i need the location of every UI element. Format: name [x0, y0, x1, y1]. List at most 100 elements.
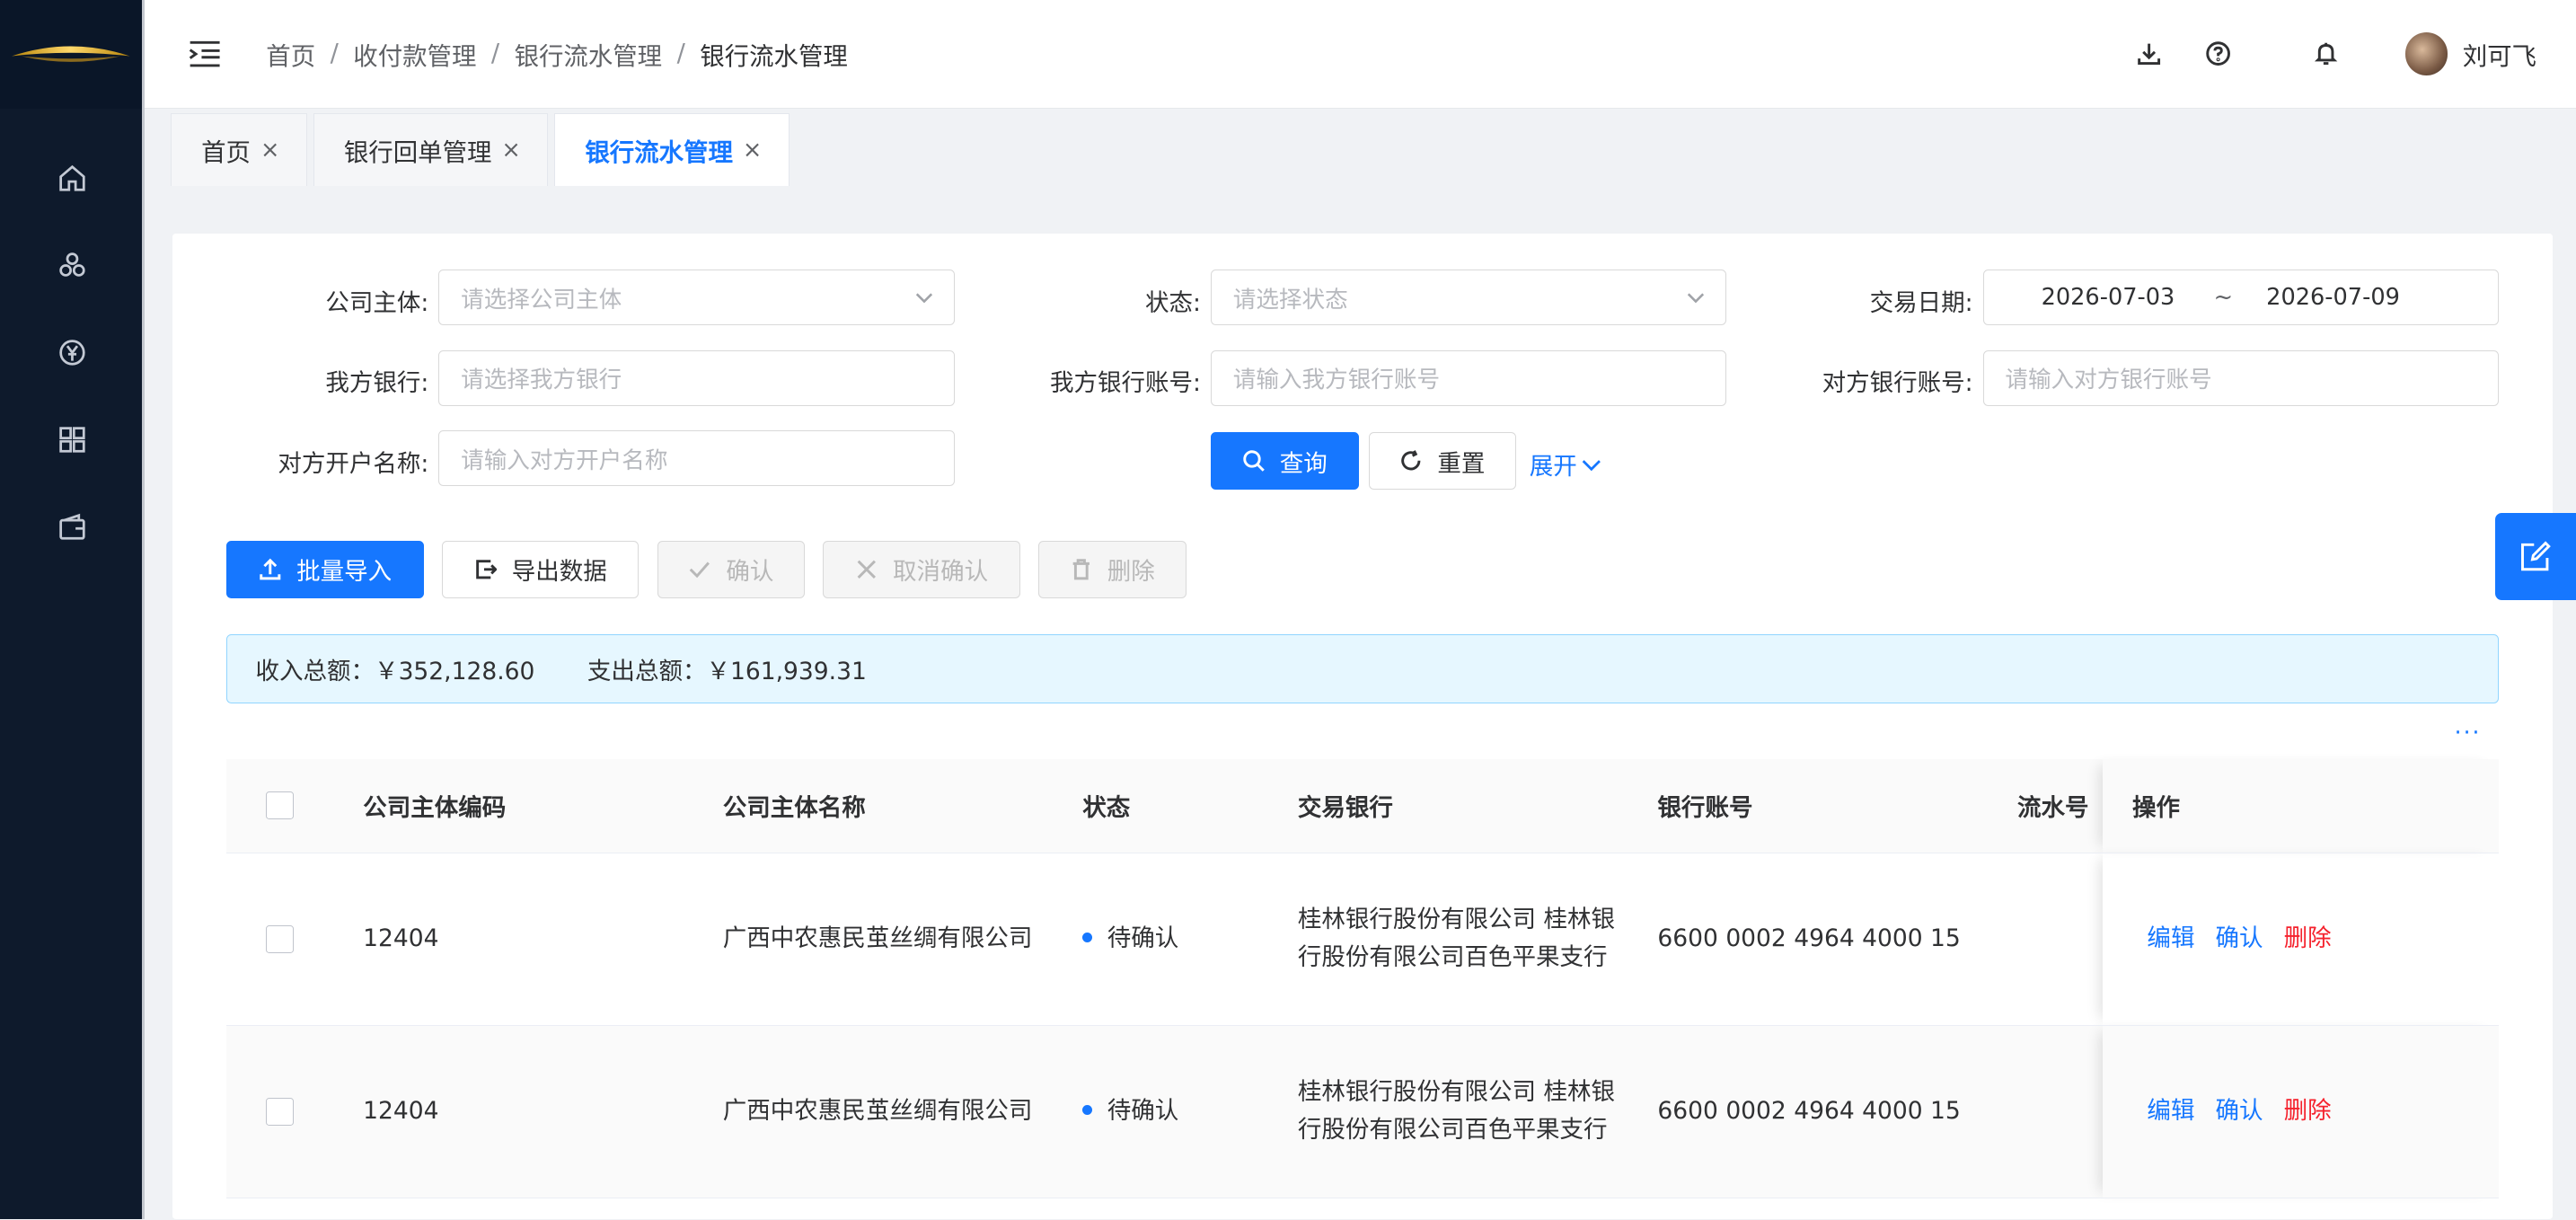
- breadcrumb-separator: /: [330, 40, 339, 68]
- company-name-cell: 广西中农惠民茧丝绸有限公司: [722, 853, 1083, 1026]
- date-range-picker[interactable]: 2026-07-03 ~ 2026-07-09: [1982, 269, 2499, 326]
- search-button[interactable]: 查询: [1210, 432, 1359, 490]
- serial-cell: [2016, 1025, 2104, 1198]
- download-button[interactable]: [2119, 24, 2178, 84]
- company-code-cell: 12404: [363, 1025, 723, 1198]
- income-value: ￥352,128.60: [375, 657, 535, 685]
- select-all-checkbox[interactable]: [266, 791, 295, 820]
- date-end[interactable]: 2026-07-09: [2266, 284, 2400, 311]
- status-dot: [1082, 933, 1093, 943]
- column-header: 交易银行: [1297, 758, 1658, 853]
- status-select[interactable]: 请选择状态: [1210, 269, 1727, 326]
- close-icon: [857, 560, 876, 579]
- tab-bank-flow[interactable]: 银行流水管理 ×: [554, 113, 790, 186]
- batch-import-label: 批量导入: [296, 558, 393, 587]
- confirm-link[interactable]: 确认: [2216, 1097, 2263, 1125]
- company-select[interactable]: 请选择公司主体: [438, 269, 955, 326]
- status-dot: [1082, 1105, 1093, 1116]
- their-account-input[interactable]: 请输入对方银行账号: [1982, 349, 2499, 406]
- breadcrumb-separator: /: [490, 40, 500, 68]
- delete-link[interactable]: 删除: [2284, 924, 2332, 952]
- export-data-button[interactable]: 导出数据: [441, 540, 640, 598]
- avatar[interactable]: [2404, 32, 2448, 75]
- upload-icon: [260, 558, 281, 580]
- close-icon[interactable]: ×: [501, 137, 520, 164]
- their-name-label: 对方开户名称:: [278, 449, 429, 478]
- close-icon[interactable]: ×: [743, 137, 762, 164]
- column-header: 银行账号: [1657, 758, 2017, 853]
- column-settings-button[interactable]: ···: [2455, 720, 2482, 747]
- breadcrumb-item-payments[interactable]: 收付款管理: [353, 36, 476, 72]
- expense-value: ￥161,939.31: [706, 657, 867, 685]
- confirm-label: 确认: [726, 558, 774, 587]
- their-name-placeholder: 请输入对方开户名称: [461, 446, 668, 474]
- sidebar-item-finance[interactable]: [0, 309, 145, 396]
- column-header: 公司主体编码: [363, 758, 723, 853]
- top-header: 首页 / 收付款管理 / 银行流水管理 / 银行流水管理 刘可飞: [144, 0, 2576, 109]
- confirm-button[interactable]: 确认: [657, 540, 806, 598]
- our-account-input[interactable]: 请输入我方银行账号: [1210, 349, 1727, 406]
- account-cell: 6600 0002 4964 4000 15: [1657, 853, 2017, 1026]
- home-icon: [59, 164, 85, 191]
- breadcrumb: 首页 / 收付款管理 / 银行流水管理 / 银行流水管理: [266, 36, 848, 72]
- cancel-confirm-button[interactable]: 取消确认: [823, 540, 1020, 598]
- user-name[interactable]: 刘可飞: [2463, 36, 2536, 72]
- expense-label: 支出总额：: [587, 657, 707, 685]
- table-header-row: 公司主体编码 公司主体名称 状态 交易银行 银行账号 流水号 操作: [226, 758, 2499, 853]
- close-icon[interactable]: ×: [260, 137, 279, 164]
- confirm-link[interactable]: 确认: [2216, 924, 2263, 952]
- delete-button[interactable]: 删除: [1037, 540, 1187, 598]
- page-tabs: 首页 × 银行回单管理 × 银行流水管理 ×: [144, 110, 2576, 186]
- check-icon: [690, 561, 710, 579]
- chevron-down-icon: [1686, 287, 1706, 306]
- export-data-label: 导出数据: [511, 558, 607, 587]
- row-checkbox[interactable]: [266, 1097, 295, 1126]
- tab-label: 银行流水管理: [585, 138, 733, 167]
- sidebar-item-apps[interactable]: [0, 396, 145, 483]
- menu-indent-icon: [190, 40, 221, 67]
- brand-logo[interactable]: [0, 0, 142, 109]
- sidebar-item-cluster[interactable]: [0, 222, 145, 309]
- edit-link[interactable]: 编辑: [2147, 1097, 2194, 1125]
- sidebar: [0, 0, 145, 1220]
- expand-label: 展开: [1529, 453, 1577, 482]
- our-bank-placeholder: 请选择我方银行: [461, 367, 622, 394]
- tab-home[interactable]: 首页 ×: [171, 113, 307, 186]
- delete-link[interactable]: 删除: [2284, 1097, 2332, 1125]
- sidebar-item-home[interactable]: [0, 135, 145, 222]
- breadcrumb-separator: /: [676, 40, 685, 68]
- menu-toggle-button[interactable]: [187, 36, 223, 72]
- help-icon: [2205, 41, 2230, 66]
- serial-cell: [2016, 853, 2104, 1026]
- column-header: 操作: [2103, 758, 2499, 853]
- tab-bank-receipt[interactable]: 银行回单管理 ×: [313, 113, 549, 186]
- column-header: 状态: [1082, 758, 1298, 853]
- batch-import-button[interactable]: 批量导入: [226, 540, 424, 598]
- breadcrumb-item-bank-flow[interactable]: 银行流水管理: [515, 36, 663, 72]
- help-button[interactable]: [2188, 24, 2247, 84]
- breadcrumb-item-home[interactable]: 首页: [266, 36, 315, 72]
- row-checkbox[interactable]: [266, 924, 295, 953]
- their-name-input[interactable]: 请输入对方开户名称: [438, 430, 955, 487]
- their-account-label: 对方银行账号:: [1822, 369, 1973, 398]
- company-code-cell: 12404: [363, 853, 723, 1026]
- company-label: 公司主体:: [325, 288, 429, 317]
- our-account-label: 我方银行账号:: [1049, 369, 1201, 398]
- date-start[interactable]: 2026-07-03: [2042, 284, 2175, 311]
- sidebar-item-wallet[interactable]: [0, 483, 145, 570]
- floating-edit-button[interactable]: [2495, 512, 2576, 600]
- wallet-icon: [59, 513, 85, 540]
- refresh-icon: [1401, 450, 1421, 471]
- expand-button[interactable]: 展开: [1530, 446, 1603, 482]
- our-bank-select[interactable]: 请选择我方银行: [438, 349, 955, 406]
- table-row: 12404 广西中农惠民茧丝绸有限公司 待确认 桂林银行股份有限公司 桂林银行股…: [226, 853, 2499, 1026]
- chevron-down-icon: [914, 287, 934, 306]
- delete-label: 删除: [1107, 558, 1155, 587]
- notifications-button[interactable]: [2297, 24, 2356, 84]
- status-text: 待确认: [1107, 1097, 1179, 1126]
- cluster-icon: [59, 252, 85, 277]
- edit-link[interactable]: 编辑: [2147, 924, 2194, 952]
- select-all-cell: [226, 758, 364, 853]
- search-button-label: 查询: [1279, 449, 1328, 478]
- reset-button[interactable]: 重置: [1368, 432, 1517, 490]
